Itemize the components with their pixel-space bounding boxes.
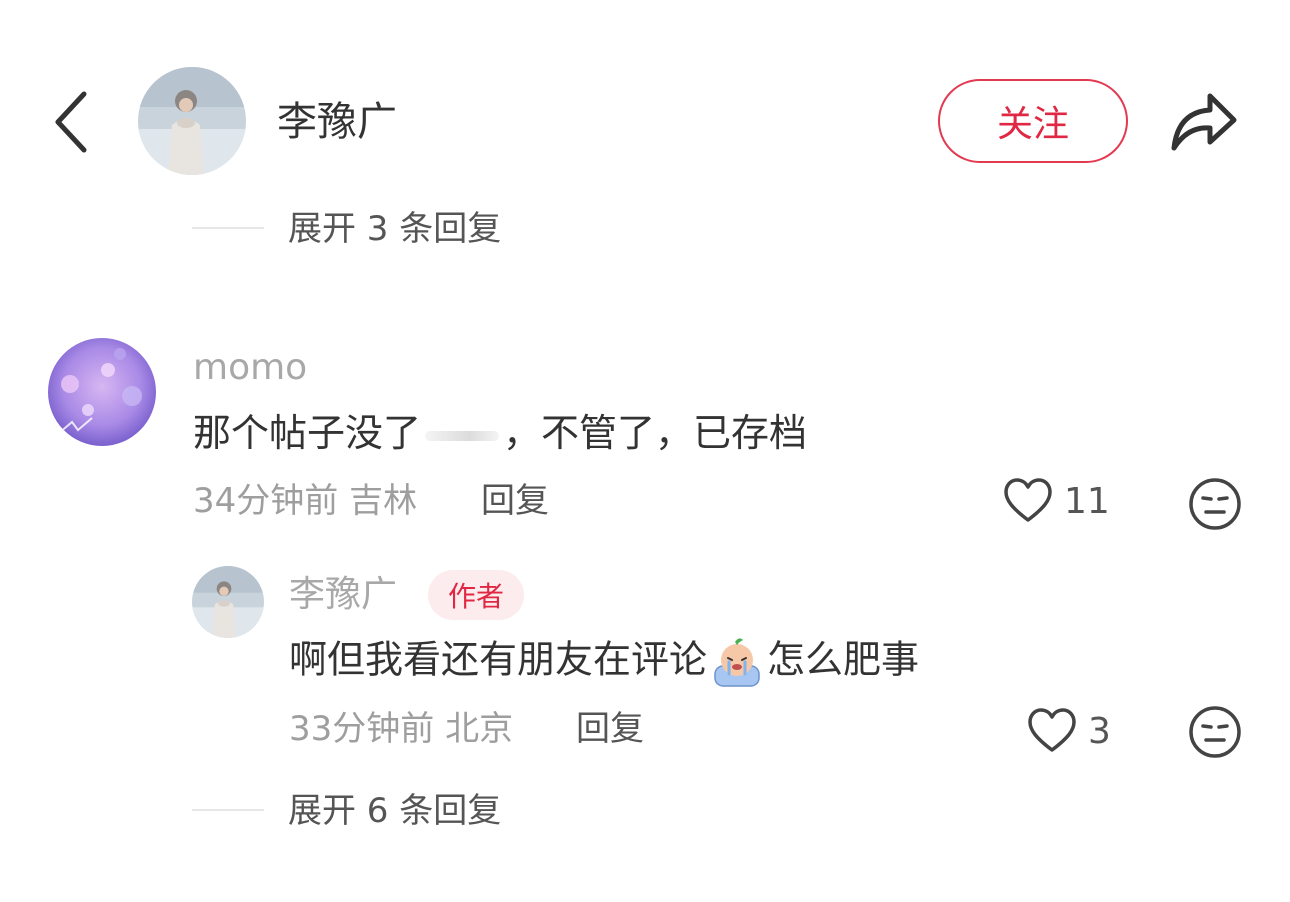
redacted-blur	[425, 430, 500, 441]
reply-location: 北京	[445, 709, 514, 749]
reply-meta: 33分钟前 北京	[289, 707, 513, 751]
like-button[interactable]: 11	[1002, 476, 1110, 526]
expand-divider-line	[192, 809, 264, 811]
avatar-image	[48, 338, 156, 446]
expand-divider-line	[192, 227, 264, 229]
reply-text: 啊但我看还有朋友在评论 怎么肥事	[289, 634, 919, 690]
commenter-avatar[interactable]	[48, 338, 156, 446]
dislike-button[interactable]	[1187, 704, 1243, 760]
avatar-image	[138, 67, 246, 175]
crying-emoji-sticker	[709, 634, 765, 690]
like-count: 3	[1088, 710, 1111, 752]
comment-text: 那个帖子没了 ，不管了，已存档	[193, 408, 807, 458]
share-button[interactable]	[1160, 84, 1244, 160]
reply-author-avatar[interactable]	[192, 566, 264, 638]
reply-text-part2: 怎么肥事	[767, 637, 920, 682]
back-button[interactable]	[40, 84, 110, 160]
reply-username[interactable]: 李豫广	[289, 573, 397, 617]
author-avatar[interactable]	[138, 67, 246, 175]
comment-text-part2: ，不管了，已存档	[503, 411, 808, 455]
author-badge: 作者	[428, 570, 525, 620]
comment-meta: 34分钟前 吉林	[193, 479, 417, 523]
reply-time: 33分钟前	[289, 709, 435, 749]
like-button[interactable]: 3	[1026, 706, 1111, 756]
heart-icon	[1028, 708, 1076, 752]
share-icon	[1171, 93, 1237, 151]
reply-text-part1: 啊但我看还有朋友在评论	[289, 637, 708, 682]
author-name[interactable]: 李豫广	[277, 96, 397, 148]
comment-time: 34分钟前	[193, 481, 339, 521]
expand-replies-link[interactable]: 展开 3 条回复	[288, 207, 501, 251]
meh-face-icon	[1189, 706, 1241, 758]
reply-button[interactable]: 回复	[481, 479, 549, 523]
comment-username[interactable]: momo	[193, 346, 307, 390]
avatar-image	[192, 566, 264, 638]
heart-icon	[1004, 478, 1052, 522]
like-count: 11	[1064, 480, 1110, 522]
expand-replies-link[interactable]: 展开 6 条回复	[288, 789, 501, 833]
dislike-button[interactable]	[1187, 476, 1243, 532]
comment-text-part1: 那个帖子没了	[193, 411, 422, 455]
follow-button[interactable]: 关注	[938, 79, 1128, 163]
chevron-left-icon	[55, 91, 87, 153]
reply-button[interactable]: 回复	[576, 707, 644, 751]
meh-face-icon	[1189, 478, 1241, 530]
comment-location: 吉林	[349, 481, 418, 521]
